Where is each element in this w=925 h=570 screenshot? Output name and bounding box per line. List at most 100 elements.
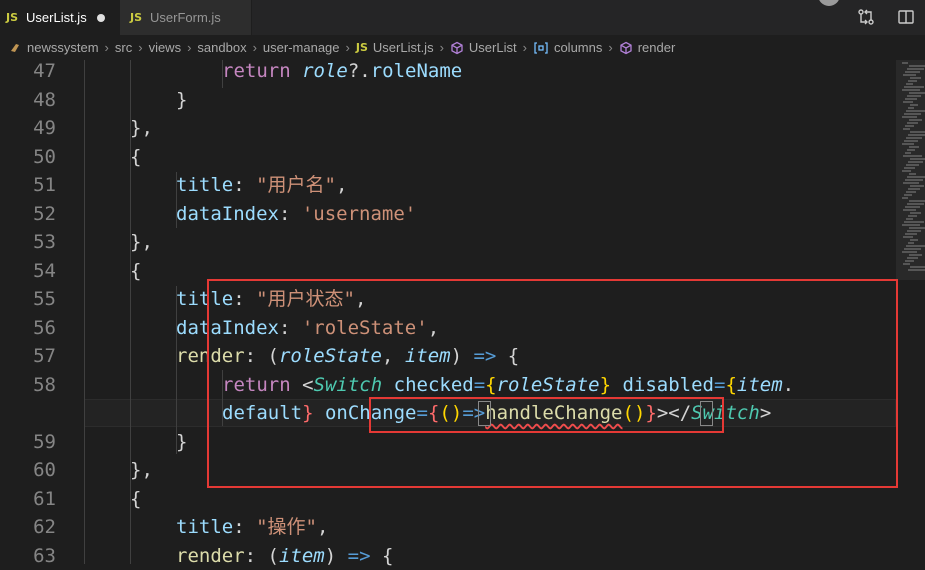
code-text: } [176,428,187,456]
code-token: => [473,345,497,367]
minimap[interactable] [896,60,925,280]
symbol-class-icon [450,41,464,55]
code-line[interactable]: 54 { [0,257,900,285]
code-token: ?. [347,60,371,82]
minimap-line [903,209,916,211]
code-token: "操作" [256,516,317,538]
minimap-line [910,266,925,268]
code-text: title: "用户状态", [176,285,366,313]
chevron-right-icon: › [439,40,444,55]
code-line[interactable]: 53}, [0,228,900,256]
code-token: title [176,288,234,310]
code-text: dataIndex: 'roleState', [176,314,439,342]
code-line[interactable]: 51 title: "用户名", [0,171,900,199]
minimap-line [902,89,920,91]
js-file-icon: JS [6,11,19,24]
code-token: , [335,174,348,196]
minimap-line [905,71,920,73]
code-line[interactable]: 52 dataIndex: 'username' [0,200,900,228]
git-compare-icon[interactable] [857,8,875,26]
minimap-line [909,92,925,94]
code-line[interactable]: 47 return role?.roleName [0,57,900,85]
minimap-line [906,83,913,85]
code-token: { [130,145,142,168]
code-text: }, [130,228,153,256]
minimap-line [907,149,915,151]
code-line[interactable]: 62 title: "操作", [0,513,900,541]
breadcrumb-item-src[interactable]: src [115,40,132,55]
code-token: > [759,402,772,424]
code-line[interactable]: 61 { [0,485,900,513]
bracket-match-close [700,401,713,426]
minimap-line [905,152,911,154]
breadcrumb-item-file[interactable]: JS UserList.js [356,40,434,55]
code-line[interactable]: 57 render: (roleState, item) => { [0,342,900,370]
breadcrumb-symbol-columns[interactable]: columns [533,40,602,55]
line-number: 54 [33,259,56,282]
split-editor-icon[interactable] [897,8,915,26]
code-token: 'roleState' [301,316,428,339]
breadcrumb-item-sandbox[interactable]: sandbox [197,40,246,55]
code-token: "用户状态" [256,288,355,310]
code-token: : [233,288,257,310]
breadcrumb-symbol-render[interactable]: render [619,40,675,55]
code-line[interactable]: 63 render: (item) => { [0,542,900,570]
minimap-line [905,206,920,208]
minimap-line [903,101,913,103]
line-number: 61 [33,487,56,510]
code-line[interactable]: default} onChange={()=>handleChange()}><… [0,399,900,427]
code-token: : ( [244,544,279,567]
code-line[interactable]: 55 title: "用户状态", [0,285,900,313]
code-text: }, [130,456,153,484]
unsaved-dot-icon[interactable] [96,13,105,22]
code-token: { [370,544,394,567]
breadcrumb-item-views[interactable]: views [149,40,182,55]
minimap-line [908,161,923,163]
code-line[interactable]: 59} [0,428,900,456]
minimap-line [902,143,914,145]
editor-actions [857,8,915,26]
code-text: return <Switch checked={roleState} disab… [222,371,794,399]
line-number: 58 [33,373,56,396]
code-token: default [222,402,303,424]
breadcrumb-item-user-manage[interactable]: user-manage [263,40,340,55]
code-token: role [302,60,348,82]
minimap-line [902,62,908,64]
code-text: title: "用户名", [176,171,347,199]
avatar [818,0,840,6]
code-line[interactable]: 50 { [0,143,900,171]
tab-userform[interactable]: JS UserForm.js [120,0,252,35]
code-token: render [176,345,245,367]
code-line[interactable]: 58 return <Switch checked={roleState} dis… [0,371,900,399]
code-token: return [222,373,303,396]
line-number: 57 [33,345,56,367]
minimap-line [907,230,921,232]
minimap-line [910,77,921,79]
code-token: } [302,402,314,424]
minimap-line [905,98,917,100]
minimap-line [909,65,925,67]
minimap-line [902,116,917,118]
minimap-line [906,137,922,139]
code-line[interactable]: 56 dataIndex: 'roleState', [0,314,900,342]
code-token: { [485,373,497,396]
code-editor[interactable]: 47 return role?.roleName 48} 49}, 50{51 title… [0,57,925,567]
breadcrumb-symbol-userlist[interactable]: UserList [450,40,517,55]
breadcrumb-item-newssystem[interactable]: newssystem [10,40,99,55]
minimap-line [903,155,922,157]
code-line[interactable]: 60}, [0,456,900,484]
line-number: 59 [33,430,56,453]
code-token: = [416,402,428,424]
code-token: render [176,544,245,567]
minimap-line [903,128,910,130]
code-text: default} onChange={()=>handleChange()}><… [222,399,771,427]
minimap-line [910,104,918,106]
chevron-right-icon: › [252,40,257,55]
code-line[interactable]: 49}, [0,114,900,142]
tab-userlist[interactable]: JS UserList.js [0,0,120,35]
minimap-line [910,131,925,133]
tab-label: UserForm.js [150,10,221,25]
code-line[interactable]: 48} [0,86,900,114]
symbol-field-icon [533,41,549,55]
code-token: "用户名" [256,174,336,196]
